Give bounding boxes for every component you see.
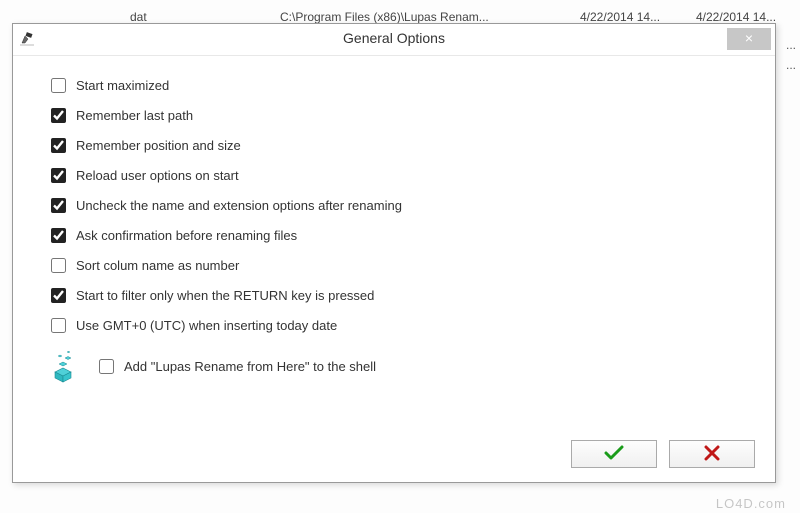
opt-start-maximized[interactable]: Start maximized bbox=[51, 78, 747, 93]
row-ellipsis-2: ... bbox=[786, 58, 796, 72]
checkbox-remember-last-path[interactable] bbox=[51, 108, 66, 123]
checkbox-start-maximized[interactable] bbox=[51, 78, 66, 93]
bg-path: C:\Program Files (x86)\Lupas Renam... bbox=[280, 10, 489, 24]
cross-icon bbox=[704, 445, 720, 464]
options-content: Start maximized Remember last path Remem… bbox=[13, 56, 775, 384]
opt-remember-position[interactable]: Remember position and size bbox=[51, 138, 747, 153]
checkbox-uncheck-after-rename[interactable] bbox=[51, 198, 66, 213]
opt-filter-return[interactable]: Start to filter only when the RETURN key… bbox=[51, 288, 747, 303]
bg-date1: 4/22/2014 14... bbox=[580, 10, 660, 24]
opt-label: Reload user options on start bbox=[76, 168, 239, 183]
opt-use-gmt[interactable]: Use GMT+0 (UTC) when inserting today dat… bbox=[51, 318, 747, 333]
bg-ext: dat bbox=[130, 10, 147, 24]
opt-uncheck-after-rename[interactable]: Uncheck the name and extension options a… bbox=[51, 198, 747, 213]
opt-label: Remember position and size bbox=[76, 138, 241, 153]
opt-label: Uncheck the name and extension options a… bbox=[76, 198, 402, 213]
opt-sort-column[interactable]: Sort colum name as number bbox=[51, 258, 747, 273]
dialog-footer bbox=[571, 440, 755, 468]
general-options-dialog: General Options × Start maximized Rememb… bbox=[12, 23, 776, 483]
opt-label: Use GMT+0 (UTC) when inserting today dat… bbox=[76, 318, 337, 333]
ok-button[interactable] bbox=[571, 440, 657, 468]
watermark: LO4D.com bbox=[716, 496, 786, 511]
checkbox-ask-confirmation[interactable] bbox=[51, 228, 66, 243]
checkbox-use-gmt[interactable] bbox=[51, 318, 66, 333]
opt-label: Add "Lupas Rename from Here" to the shel… bbox=[124, 359, 376, 374]
opt-add-shell[interactable]: Add "Lupas Rename from Here" to the shel… bbox=[99, 359, 376, 374]
row-ellipsis-1: ... bbox=[786, 38, 796, 52]
dialog-title: General Options bbox=[13, 30, 775, 46]
opt-remember-last-path[interactable]: Remember last path bbox=[51, 108, 747, 123]
opt-label: Remember last path bbox=[76, 108, 193, 123]
opt-label: Sort colum name as number bbox=[76, 258, 239, 273]
opt-label: Start to filter only when the RETURN key… bbox=[76, 288, 374, 303]
checkbox-add-shell[interactable] bbox=[99, 359, 114, 374]
shell-option-row: Add "Lupas Rename from Here" to the shel… bbox=[45, 348, 747, 384]
checkbox-remember-position[interactable] bbox=[51, 138, 66, 153]
opt-label: Start maximized bbox=[76, 78, 169, 93]
checkbox-sort-column[interactable] bbox=[51, 258, 66, 273]
opt-ask-confirmation[interactable]: Ask confirmation before renaming files bbox=[51, 228, 747, 243]
opt-label: Ask confirmation before renaming files bbox=[76, 228, 297, 243]
cancel-button[interactable] bbox=[669, 440, 755, 468]
registry-cube-icon bbox=[45, 348, 81, 384]
checkbox-filter-return[interactable] bbox=[51, 288, 66, 303]
titlebar: General Options × bbox=[13, 24, 775, 56]
checkbox-reload-user-options[interactable] bbox=[51, 168, 66, 183]
check-icon bbox=[604, 445, 624, 464]
bg-date2: 4/22/2014 14... bbox=[696, 10, 776, 24]
opt-reload-user-options[interactable]: Reload user options on start bbox=[51, 168, 747, 183]
close-button[interactable]: × bbox=[727, 28, 771, 50]
